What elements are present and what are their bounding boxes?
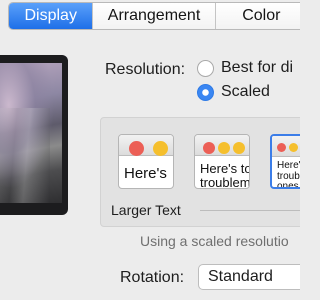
- window-titlebar-icon: [195, 135, 249, 156]
- tab-arrangement[interactable]: Arrangement: [93, 3, 216, 29]
- minimize-dot-icon: [218, 142, 230, 154]
- resolution-best-option[interactable]: Best for di: [197, 59, 293, 77]
- rotation-label: Rotation:: [120, 269, 185, 286]
- window-titlebar-icon: [272, 136, 300, 157]
- display-preview: [0, 55, 68, 215]
- scaled-option-default-selected[interactable]: Here' troub ones: [270, 134, 300, 189]
- minimize-dot-icon: [289, 143, 298, 152]
- sample-text: ones: [277, 181, 299, 189]
- minimize-dot-icon: [153, 141, 168, 156]
- close-dot-icon: [277, 143, 286, 152]
- sample-text: Here's to: [200, 161, 250, 176]
- scaled-resolution-note: Using a scaled resolutio: [140, 233, 289, 249]
- desktop-wallpaper-image: [0, 63, 62, 203]
- scaled-option-medium[interactable]: Here's to troublem: [194, 134, 250, 189]
- radio-button-icon[interactable]: [197, 59, 214, 77]
- tab-color[interactable]: Color: [216, 3, 300, 29]
- display-preferences-pane: Display Arrangement Color Resolution: Be…: [0, 0, 300, 300]
- tab-display[interactable]: Display: [9, 3, 94, 29]
- close-dot-icon: [203, 142, 215, 154]
- radio-button-selected-icon[interactable]: [197, 83, 214, 101]
- scale-divider: [200, 210, 300, 211]
- resolution-label: Resolution:: [105, 61, 186, 78]
- window-titlebar-icon: [119, 135, 173, 156]
- zoom-dot-icon: [233, 142, 245, 154]
- sample-text: Here's: [124, 165, 167, 182]
- sample-text: troublem: [200, 175, 250, 189]
- close-dot-icon: [129, 141, 144, 156]
- rotation-select[interactable]: Standard: [198, 264, 300, 290]
- rotation-value: Standard: [208, 268, 273, 285]
- resolution-scaled-option[interactable]: Scaled: [197, 83, 270, 101]
- scaled-option-larger-text[interactable]: Here's: [118, 134, 174, 189]
- resolution-best-label: Best for di: [221, 59, 294, 76]
- tab-bar: Display Arrangement Color: [8, 2, 300, 30]
- larger-text-label: Larger Text: [111, 202, 181, 218]
- sample-text: Here': [277, 160, 300, 171]
- resolution-scaled-label: Scaled: [221, 83, 270, 100]
